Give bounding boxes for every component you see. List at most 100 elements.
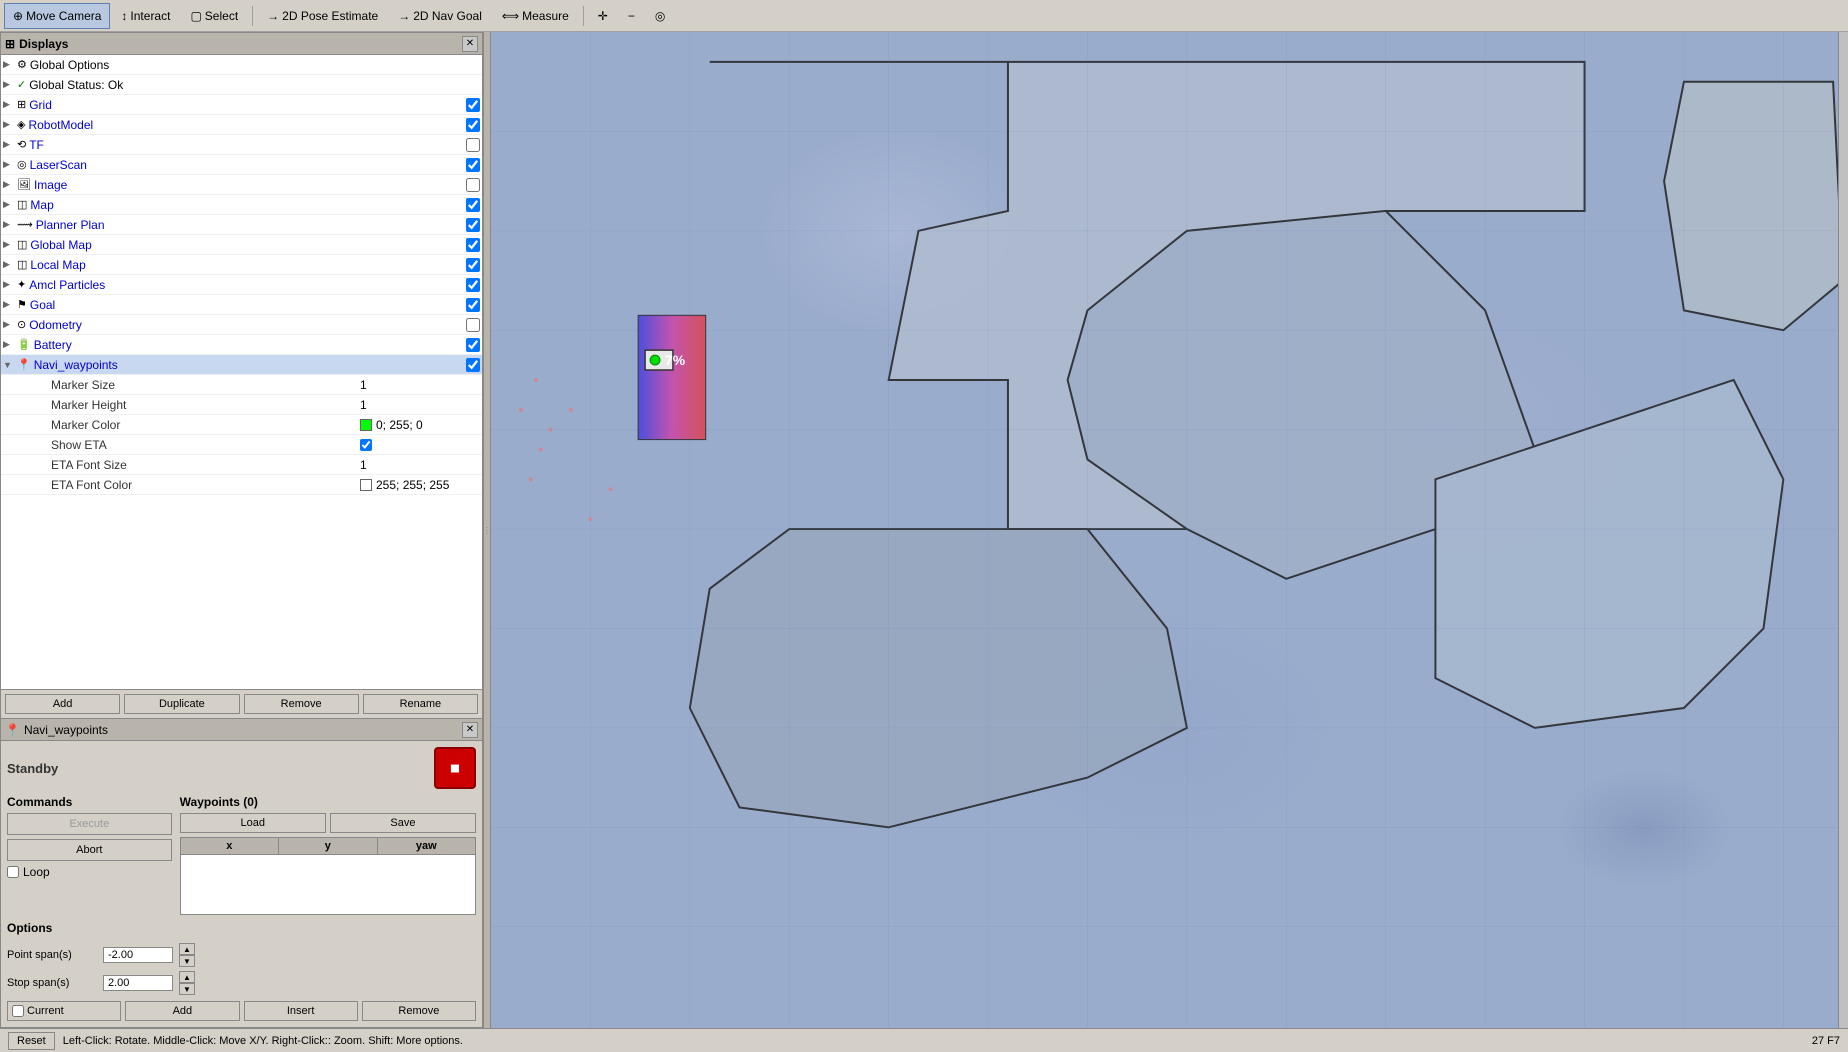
marker-color-swatch[interactable]: [360, 419, 372, 431]
local-map-checkbox[interactable]: [466, 258, 480, 272]
reset-button[interactable]: Reset: [8, 1032, 55, 1050]
commands-section: Commands Execute Abort Loop: [7, 795, 172, 915]
waypoints-table-body: [180, 855, 476, 915]
measure-label: Measure: [522, 9, 569, 23]
wpt-col-x: x: [181, 838, 279, 854]
eta-font-color-swatch[interactable]: [360, 479, 372, 491]
battery-checkbox[interactable]: [466, 338, 480, 352]
point-span-input[interactable]: [103, 947, 173, 963]
point-span-spinner: ▲ ▼: [179, 943, 195, 967]
expand-arrow: ▶: [3, 119, 17, 130]
tree-item-planner-plan[interactable]: ▶ ⟿ Planner Plan: [1, 215, 482, 235]
expand-arrow: ▶: [3, 259, 17, 270]
current-button[interactable]: Current: [7, 1001, 121, 1021]
wpt-col-y: y: [279, 838, 377, 854]
eta-font-color-label: ETA Font Color: [51, 478, 360, 492]
loop-checkbox[interactable]: [7, 866, 19, 878]
tree-item-navi-waypoints[interactable]: ▼ 📍 Navi_waypoints: [1, 355, 482, 375]
tree-item-laser-scan[interactable]: ▶ ◎ LaserScan: [1, 155, 482, 175]
stop-span-down[interactable]: ▼: [179, 983, 195, 995]
show-eta-checkbox[interactable]: [360, 439, 372, 451]
current-checkbox[interactable]: [12, 1005, 24, 1017]
remove-wp-button[interactable]: Remove: [362, 1001, 476, 1021]
displays-close-button[interactable]: ✕: [462, 36, 478, 52]
expand-arrow: ▶: [3, 219, 17, 230]
tree-item-local-map[interactable]: ▶ ◫ Local Map: [1, 255, 482, 275]
current-label: Current: [27, 1005, 64, 1017]
select-button[interactable]: ▢ Select: [181, 3, 247, 29]
toolbar-extra-2[interactable]: −: [619, 3, 644, 29]
abort-command-button[interactable]: Abort: [7, 839, 172, 861]
global-status-icon: ✓: [17, 78, 26, 91]
tree-item-grid[interactable]: ▶ ⊞ Grid: [1, 95, 482, 115]
grid-checkbox[interactable]: [466, 98, 480, 112]
select-label: Select: [205, 9, 238, 23]
tree-item-tf[interactable]: ▶ ⟲ TF: [1, 135, 482, 155]
image-checkbox[interactable]: [466, 178, 480, 192]
move-camera-button[interactable]: ⊕ Move Camera: [4, 3, 110, 29]
navi-top-row: Standby ⏹: [7, 747, 476, 789]
robot-model-checkbox[interactable]: [466, 118, 480, 132]
sub-eta-font-size: ETA Font Size 1: [1, 455, 482, 475]
tree-item-battery[interactable]: ▶ 🔋 Battery: [1, 335, 482, 355]
measure-button[interactable]: ⟺ Measure: [493, 3, 578, 29]
insert-button[interactable]: Insert: [244, 1001, 358, 1021]
interact-button[interactable]: ↕ Interact: [112, 3, 179, 29]
stop-span-input[interactable]: [103, 975, 173, 991]
map-checkbox[interactable]: [466, 198, 480, 212]
marker-height-label: Marker Height: [51, 398, 360, 412]
abort-red-button[interactable]: ⏹: [434, 747, 476, 789]
tree-item-global-status[interactable]: ▶ ✓ Global Status: Ok: [1, 75, 482, 95]
tree-item-goal[interactable]: ▶ ⚑ Goal: [1, 295, 482, 315]
point-span-up[interactable]: ▲: [179, 943, 195, 955]
load-button[interactable]: Load: [180, 813, 326, 833]
point-span-down[interactable]: ▼: [179, 955, 195, 967]
battery-label: Battery: [34, 338, 466, 352]
tree-item-global-map[interactable]: ▶ ◫ Global Map: [1, 235, 482, 255]
map-scrollbar[interactable]: [1838, 32, 1848, 1028]
tree-item-image[interactable]: ▶ 🖼 Image: [1, 175, 482, 195]
odometry-checkbox[interactable]: [466, 318, 480, 332]
toolbar-sep-1: [252, 6, 253, 26]
navi-wp-expand-arrow: ▼: [3, 360, 17, 370]
save-button[interactable]: Save: [330, 813, 476, 833]
remove-display-button[interactable]: Remove: [244, 694, 359, 714]
tree-item-robot-model[interactable]: ▶ ◈ RobotModel: [1, 115, 482, 135]
rename-display-button[interactable]: Rename: [363, 694, 478, 714]
sub-marker-height: Marker Height 1: [1, 395, 482, 415]
planner-plan-checkbox[interactable]: [466, 218, 480, 232]
execute-button[interactable]: Execute: [7, 813, 172, 835]
duplicate-display-button[interactable]: Duplicate: [124, 694, 239, 714]
nav-goal-button[interactable]: → 2D Nav Goal: [389, 3, 491, 29]
stop-span-up[interactable]: ▲: [179, 971, 195, 983]
pose-estimate-button[interactable]: → 2D Pose Estimate: [258, 3, 387, 29]
map-area[interactable]: 7%: [491, 32, 1848, 1028]
expand-arrow: ▶: [3, 179, 17, 190]
measure-icon: ⟺: [502, 9, 519, 23]
stop-span-spinner: ▲ ▼: [179, 971, 195, 995]
tree-item-odometry[interactable]: ▶ ⊙ Odometry: [1, 315, 482, 335]
tree-item-map[interactable]: ▶ ◫ Map: [1, 195, 482, 215]
add-wp-button[interactable]: Add: [125, 1001, 239, 1021]
grid-icon: ⊞: [17, 98, 26, 111]
amcl-label: Amcl Particles: [29, 278, 466, 292]
standby-label: Standby: [7, 761, 58, 776]
pose-estimate-icon: →: [267, 9, 279, 23]
tree-item-global-options[interactable]: ▶ ⚙ Global Options: [1, 55, 482, 75]
resize-handle[interactable]: ⋮: [483, 32, 491, 1028]
toolbar-extra-1[interactable]: ✛: [589, 3, 617, 29]
global-map-checkbox[interactable]: [466, 238, 480, 252]
status-help-text: Left-Click: Rotate. Middle-Click: Move X…: [63, 1035, 463, 1047]
toolbar-extra-3[interactable]: ◎: [646, 3, 674, 29]
navi-wp-checkbox[interactable]: [466, 358, 480, 372]
goal-checkbox[interactable]: [466, 298, 480, 312]
sub-marker-color: Marker Color 0; 255; 0: [1, 415, 482, 435]
amcl-checkbox[interactable]: [466, 278, 480, 292]
expand-arrow: ▶: [3, 299, 17, 310]
expand-arrow: ▶: [3, 239, 17, 250]
add-display-button[interactable]: Add: [5, 694, 120, 714]
laser-scan-checkbox[interactable]: [466, 158, 480, 172]
tf-checkbox[interactable]: [466, 138, 480, 152]
navi-panel-close-button[interactable]: ✕: [462, 722, 478, 738]
tree-item-amcl[interactable]: ▶ ✦ Amcl Particles: [1, 275, 482, 295]
